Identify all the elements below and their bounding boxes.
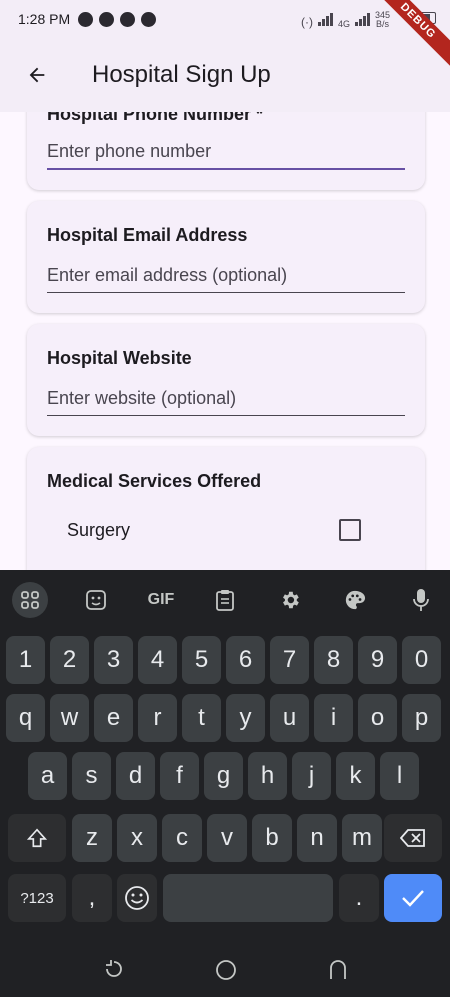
key-9[interactable]: 9 [358, 636, 397, 684]
back-button[interactable] [17, 55, 57, 95]
data-speed: 345 B/s [374, 10, 390, 29]
key-l[interactable]: l [380, 752, 419, 800]
slack-icon [120, 11, 136, 27]
key-h[interactable]: h [248, 752, 287, 800]
key-4[interactable]: 4 [138, 636, 177, 684]
email-label: Hospital Email Address [47, 225, 248, 245]
palette-icon[interactable] [337, 582, 373, 618]
signal-icon [317, 13, 333, 29]
key-b[interactable]: b [252, 814, 292, 862]
home-button[interactable] [212, 956, 240, 984]
key-m[interactable]: m [342, 814, 382, 862]
chat-icon [99, 11, 115, 27]
page-title: Hospital Sign Up [92, 61, 271, 88]
website-label: Hospital Website [47, 348, 192, 368]
enter-key[interactable] [384, 874, 442, 922]
check-icon [402, 890, 424, 907]
key-c[interactable]: c [162, 814, 202, 862]
backspace-icon [400, 829, 425, 847]
website-placeholder: Enter website (optional) [47, 387, 237, 408]
form-scroll-area[interactable]: Hospital Phone Number * Enter phone numb… [0, 112, 450, 570]
key-t[interactable]: t [182, 694, 221, 742]
emoji-icon [125, 886, 149, 910]
key-1[interactable]: 1 [6, 636, 45, 684]
whatsapp-icon [78, 11, 94, 27]
status-indicators: (·) 4G 345 B/s [300, 10, 390, 30]
back-nav-button[interactable] [324, 956, 352, 984]
key-k[interactable]: k [336, 752, 375, 800]
sticker-icon[interactable] [78, 582, 114, 618]
email-placeholder: Enter email address (optional) [47, 264, 288, 285]
surgery-label: Surgery [67, 520, 131, 540]
key-x[interactable]: x [117, 814, 157, 862]
key-a[interactable]: a [28, 752, 67, 800]
key-v[interactable]: v [207, 814, 247, 862]
emoji-key[interactable] [117, 874, 157, 922]
key-8[interactable]: 8 [314, 636, 353, 684]
backspace-key[interactable] [384, 814, 442, 862]
key-j[interactable]: j [292, 752, 331, 800]
key-2[interactable]: 2 [50, 636, 89, 684]
system-nav-bar [0, 944, 450, 997]
flipboard-icon [141, 11, 157, 27]
website-input[interactable]: Enter website (optional) [47, 381, 405, 416]
status-bar: 1:28 PM (·) 4G 345 B/s [0, 0, 450, 38]
key-e[interactable]: e [94, 694, 133, 742]
period-key[interactable]: . [339, 874, 379, 922]
key-o[interactable]: o [358, 694, 397, 742]
key-f[interactable]: f [160, 752, 199, 800]
app-bar: Hospital Sign Up [0, 38, 450, 112]
recents-button[interactable] [100, 956, 128, 984]
keyboard-toolbar: GIF [0, 570, 450, 626]
recents-icon [106, 960, 122, 977]
clipboard-icon[interactable] [207, 582, 243, 618]
key-0[interactable]: 0 [402, 636, 441, 684]
surgery-checkbox[interactable] [339, 519, 361, 541]
gear-icon[interactable] [272, 582, 308, 618]
space-key[interactable] [163, 874, 333, 922]
back-nav-icon [330, 960, 346, 979]
network-type: 4G [337, 19, 350, 29]
key-w[interactable]: w [50, 694, 89, 742]
key-u[interactable]: u [270, 694, 309, 742]
key-n[interactable]: n [297, 814, 337, 862]
key-s[interactable]: s [72, 752, 111, 800]
services-card: Medical Services Offered Surgery [27, 447, 425, 570]
shift-key[interactable] [8, 814, 66, 862]
key-i[interactable]: i [314, 694, 353, 742]
microphone-icon[interactable] [403, 582, 439, 618]
soft-keyboard: GIF 1234567890 qwertyuiop asdfghjkl zxcv… [0, 570, 450, 944]
phone-card: Hospital Phone Number * Enter phone numb… [27, 112, 425, 190]
comma-key[interactable]: , [72, 874, 112, 922]
symbols-key[interactable]: ?123 [8, 874, 66, 922]
arrow-back-icon [29, 67, 45, 83]
key-7[interactable]: 7 [270, 636, 309, 684]
key-q[interactable]: q [6, 694, 45, 742]
key-p[interactable]: p [402, 694, 441, 742]
key-3[interactable]: 3 [94, 636, 133, 684]
apps-grid-icon[interactable] [12, 582, 48, 618]
gif-button[interactable]: GIF [143, 582, 179, 618]
phone-placeholder: Enter phone number [47, 140, 212, 161]
key-r[interactable]: r [138, 694, 177, 742]
phone-label: Hospital Phone Number * [47, 112, 264, 124]
email-card: Hospital Email Address Enter email addre… [27, 201, 425, 313]
key-z[interactable]: z [72, 814, 112, 862]
email-input[interactable]: Enter email address (optional) [47, 258, 405, 293]
key-d[interactable]: d [116, 752, 155, 800]
phone-input[interactable]: Enter phone number [47, 134, 405, 170]
shift-icon [26, 828, 48, 848]
key-6[interactable]: 6 [226, 636, 265, 684]
signal-icon-2 [354, 13, 370, 29]
status-time: 1:28 PM [18, 11, 71, 27]
home-icon [216, 960, 236, 980]
key-5[interactable]: 5 [182, 636, 221, 684]
key-g[interactable]: g [204, 752, 243, 800]
hotspot-icon: (·) [300, 15, 313, 29]
status-app-icons [78, 11, 157, 27]
services-label: Medical Services Offered [47, 471, 262, 491]
website-card: Hospital Website Enter website (optional… [27, 324, 425, 436]
key-y[interactable]: y [226, 694, 265, 742]
